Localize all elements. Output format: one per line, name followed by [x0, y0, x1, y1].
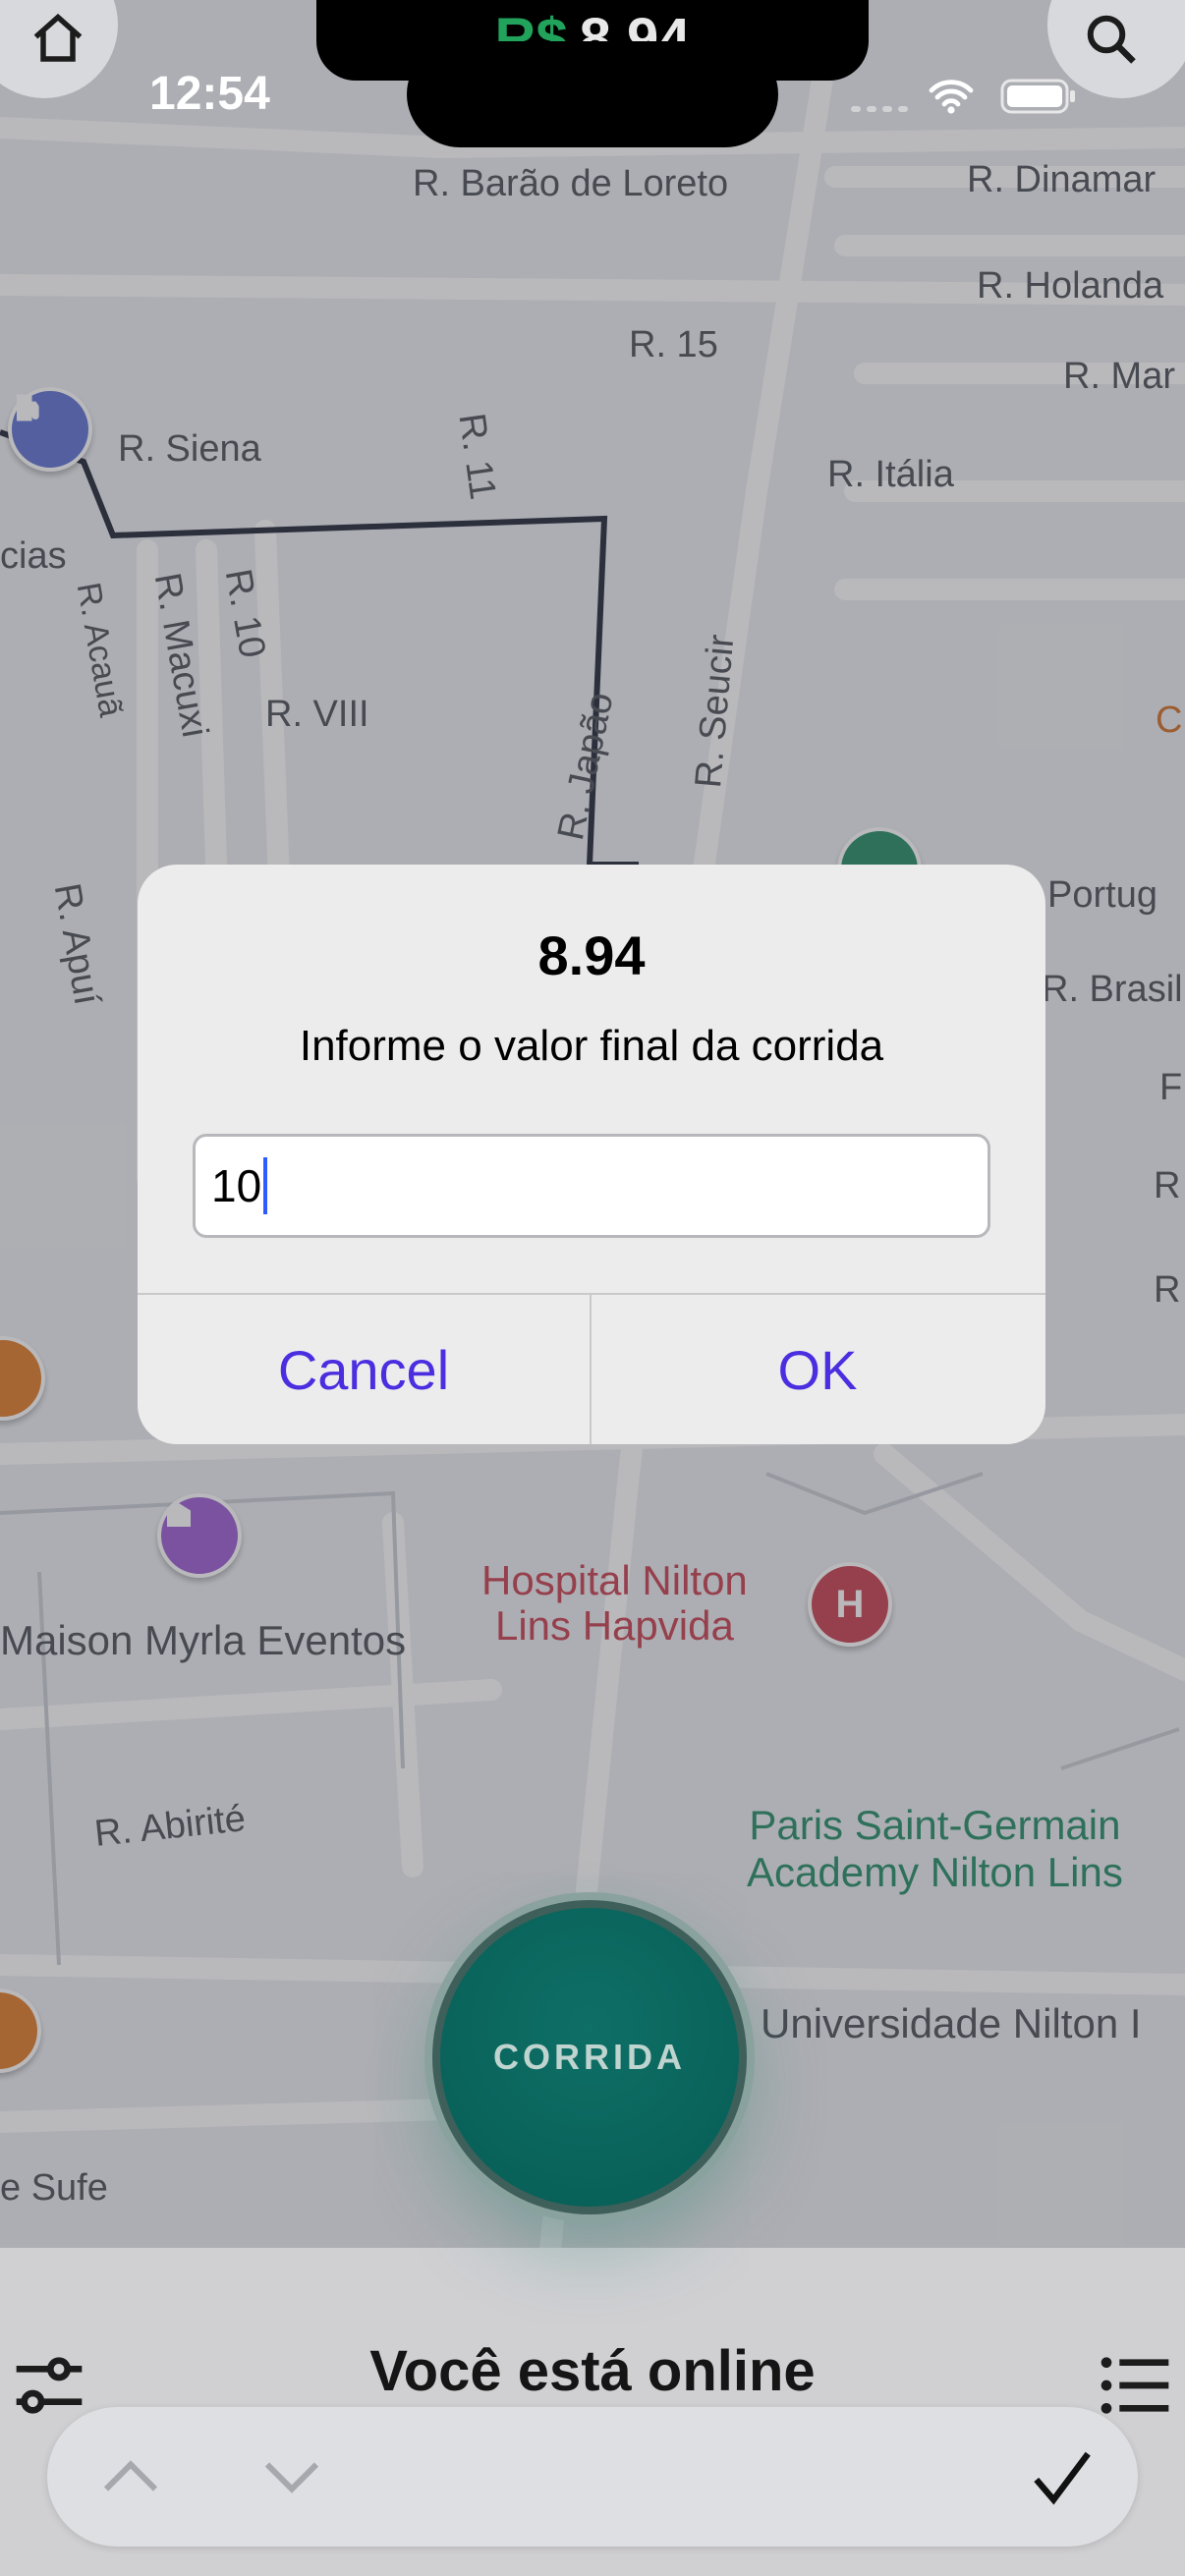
fare-input[interactable]: 10 [193, 1134, 990, 1238]
street-label: R. VIII [265, 694, 369, 735]
home-icon [33, 13, 83, 62]
online-status: Você está online [369, 2339, 816, 2403]
ok-button[interactable]: OK [592, 1295, 1044, 1444]
street-label: R. Brasil [1042, 969, 1183, 1010]
search-icon [1087, 15, 1136, 64]
hospital-pin[interactable]: H [808, 1562, 892, 1647]
status-time: 12:54 [149, 68, 270, 120]
street-label: e Sufe [0, 2167, 108, 2209]
wifi-icon [929, 80, 974, 114]
street-label: C [1156, 700, 1183, 741]
hospital-label: Hospital Nilton Lins Hapvida [481, 1558, 748, 1649]
hospital-name: Hospital Nilton Lins Hapvida [481, 1557, 748, 1649]
street-label: R. Holanda [977, 265, 1164, 307]
dialog-title: 8.94 [537, 924, 646, 986]
university-label: Universidade Nilton I [761, 2000, 1142, 2046]
street-label: R. 15 [629, 324, 718, 365]
keyboard-toolbar [47, 2407, 1138, 2547]
dialog-message: Informe o valor final da corrida [299, 1022, 884, 1070]
fare-input-value: 10 [211, 1160, 262, 1211]
fare-dialog: 8.94 Informe o valor final da corrida 10… [138, 865, 1045, 1444]
cellular-signal-icon [851, 106, 908, 112]
academy-label: Paris Saint-Germain Academy Nilton Lins [747, 1802, 1123, 1896]
venue-pin[interactable] [157, 1493, 242, 1578]
corrida-label: CORRIDA [440, 1908, 739, 2207]
street-label: R. Mar [1063, 356, 1175, 397]
street-label: cias [0, 535, 67, 577]
street-label: R [1154, 1269, 1181, 1311]
checkmark-icon[interactable] [1028, 2442, 1097, 2511]
hospital-icon: H [835, 1582, 865, 1626]
gas-station-icon [16, 394, 39, 421]
street-label: R. Itália [827, 454, 954, 495]
dynamic-island [407, 41, 778, 147]
home-button[interactable] [0, 0, 118, 98]
maison-label: Maison Myrla Eventos [0, 1617, 407, 1663]
gas-station-pin[interactable] [8, 387, 92, 472]
academy-name: Paris Saint-Germain Academy Nilton Lins [747, 1802, 1123, 1895]
chevron-up-icon[interactable] [96, 2452, 165, 2501]
street-label: F [1159, 1067, 1183, 1108]
street-label: Portug [1047, 874, 1157, 916]
street-label: R. Siena [118, 428, 261, 470]
status-bar: R$ 8,94 12:54 [0, 0, 1185, 196]
building-icon [167, 1503, 191, 1527]
street-label: R [1154, 1165, 1181, 1206]
cancel-button[interactable]: Cancel [138, 1295, 590, 1444]
chevron-down-icon[interactable] [257, 2452, 326, 2501]
text-caret [263, 1156, 268, 1214]
battery-icon [1000, 79, 1075, 114]
corrida-button[interactable]: CORRIDA [432, 1900, 747, 2214]
